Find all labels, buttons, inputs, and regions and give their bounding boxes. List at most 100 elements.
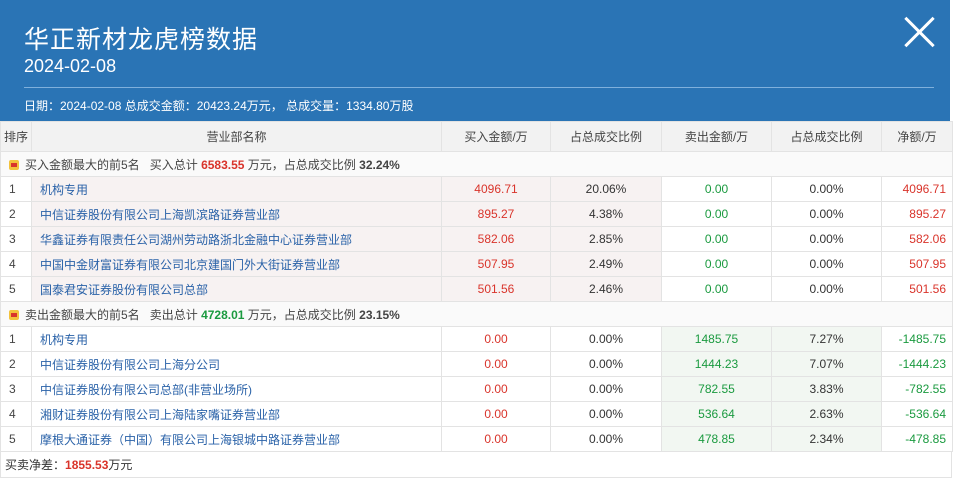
col-header-sell-amount[interactable]: 卖出金额/万 [661,121,772,152]
net-difference-footer: 买卖净差：1855.53万元 [0,452,952,478]
col-header-net[interactable]: 净额/万 [881,121,953,152]
buy-ratio: 0.00% [550,326,662,352]
net-amount: 507.95 [881,251,953,277]
branch-name-link[interactable]: 中信证券股份有限公司上海凯滨路证券营业部 [31,201,442,227]
net-amount: -782.55 [881,376,953,402]
buy-amount: 582.06 [441,226,551,252]
buy-ratio: 20.06% [550,176,662,202]
table-row[interactable]: 1 机构专用 4096.71 20.06% 0.00 0.00% 4096.71 [0,176,953,202]
sell-ratio: 2.63% [771,401,882,427]
sell-amount: 478.85 [661,426,772,452]
sell-amount: 0.00 [661,201,772,227]
table-row[interactable]: 5 国泰君安证券股份有限公司总部 501.56 2.46% 0.00 0.00% 501.5… [0,276,953,302]
sell-amount: 0.00 [661,226,772,252]
row-rank: 2 [0,351,32,377]
sell-ratio: 2.34% [771,426,882,452]
row-rank: 5 [0,426,32,452]
sell-ratio: 0.00% [771,176,882,202]
buy-ratio: 0.00% [550,351,662,377]
table-row[interactable]: 5 摩根大通证券（中国）有限公司上海银城中路证券营业部 0.00 0.00% 478.8… [0,426,953,452]
col-header-sell-ratio[interactable]: 占总成交比例 [771,121,882,152]
buy-total-value: 6583.55 [201,157,245,172]
sell-amount: 1485.75 [661,326,772,352]
row-rank: 1 [0,176,32,202]
sell-ratio: 0.00% [771,251,882,277]
buy-group-label: 买入金额最大的前5名 [25,157,140,172]
buy-ratio: 0.00% [550,426,662,452]
row-rank: 2 [0,201,32,227]
buy-amount: 0.00 [441,401,551,427]
branch-name-link[interactable]: 摩根大通证券（中国）有限公司上海银城中路证券营业部 [31,426,442,452]
buy-amount: 0.00 [441,426,551,452]
row-rank: 1 [0,326,32,352]
row-rank: 4 [0,401,32,427]
sell-amount: 0.00 [661,276,772,302]
header-summary: 日期：2024-02-08 总成交金额：20423.24万元， 总成交量：133… [24,99,414,113]
sell-unit-text: 万元，占总成交比例 [247,307,356,322]
buy-ratio: 2.49% [550,251,662,277]
net-amount: 582.06 [881,226,953,252]
sell-amount: 0.00 [661,176,772,202]
branch-name-link[interactable]: 国泰君安证券股份有限公司总部 [31,276,442,302]
branch-name-link[interactable]: 中国中金财富证券有限公司北京建国门外大街证券营业部 [31,251,442,277]
table-row[interactable]: 2 中信证券股份有限公司上海分公司 0.00 0.00% 1444.23 7.07% -14… [0,351,953,377]
sell-ratio: 23.15% [359,307,400,322]
net-amount: -536.64 [881,401,953,427]
close-icon[interactable] [902,14,936,48]
buy-group-row: 买入金额最大的前5名 买入总计 6583.55 万元，占总成交比例 32.24% [0,151,953,177]
net-amount: 4096.71 [881,176,953,202]
table-row[interactable]: 3 华鑫证券有限责任公司湖州劳动路浙北金融中心证券营业部 582.06 2.85% 0.… [0,226,953,252]
sell-amount: 782.55 [661,376,772,402]
buy-ratio: 4.38% [550,201,662,227]
branch-name-link[interactable]: 中信证券股份有限公司上海分公司 [31,351,442,377]
net-amount: -1444.23 [881,351,953,377]
buy-amount: 0.00 [441,326,551,352]
branch-name-link[interactable]: 湘财证券股份有限公司上海陆家嘴证券营业部 [31,401,442,427]
buy-unit-text: 万元，占总成交比例 [247,157,356,172]
sell-ratio: 0.00% [771,201,882,227]
table-row[interactable]: 4 湘财证券股份有限公司上海陆家嘴证券营业部 0.00 0.00% 536.64 2.63… [0,401,953,427]
table-row[interactable]: 3 中信证券股份有限公司总部(非营业场所) 0.00 0.00% 782.55 3.83%… [0,376,953,402]
buy-ratio: 2.46% [550,276,662,302]
col-header-branch[interactable]: 营业部名称 [31,121,442,152]
row-rank: 4 [0,251,32,277]
header-banner: 华正新材龙虎榜数据 2024-02-08 日期：2024-02-08 总成交金额… [0,0,950,121]
net-difference-value: 1855.53 [65,458,109,472]
net-amount: 895.27 [881,201,953,227]
sell-ratio: 3.83% [771,376,882,402]
buy-ratio: 0.00% [550,401,662,427]
sell-amount: 536.64 [661,401,772,427]
sell-ratio: 0.00% [771,226,882,252]
dragon-tiger-table: 排序 营业部名称 买入金额/万 占总成交比例 卖出金额/万 占总成交比例 净额/… [0,121,953,452]
sell-ratio: 0.00% [771,276,882,302]
col-header-buy-amount[interactable]: 买入金额/万 [441,121,551,152]
buy-amount: 895.27 [441,201,551,227]
col-header-rank[interactable]: 排序 [0,121,32,152]
sell-group-row: 卖出金额最大的前5名 卖出总计 4728.01 万元，占总成交比例 23.15% [0,301,953,327]
col-header-buy-ratio[interactable]: 占总成交比例 [550,121,662,152]
buy-amount: 0.00 [441,376,551,402]
sell-ratio: 7.27% [771,326,882,352]
branch-name-link[interactable]: 华鑫证券有限责任公司湖州劳动路浙北金融中心证券营业部 [31,226,442,252]
row-rank: 5 [0,276,32,302]
table-row[interactable]: 2 中信证券股份有限公司上海凯滨路证券营业部 895.27 4.38% 0.00 0.00… [0,201,953,227]
buy-amount: 501.56 [441,276,551,302]
page-title: 华正新材龙虎榜数据 [24,26,259,54]
branch-name-link[interactable]: 中信证券股份有限公司总部(非营业场所) [31,376,442,402]
row-rank: 3 [0,226,32,252]
net-difference-unit: 万元 [108,458,133,472]
sell-total-value: 4728.01 [201,307,245,322]
sell-group-label: 卖出金额最大的前5名 [25,307,140,322]
net-amount: -478.85 [881,426,953,452]
table-row[interactable]: 1 机构专用 0.00 0.00% 1485.75 7.27% -1485.75 [0,326,953,352]
buy-ratio: 2.85% [550,226,662,252]
header-date: 2024-02-08 [24,56,117,76]
sell-amount: 1444.23 [661,351,772,377]
branch-name-link[interactable]: 机构专用 [31,326,442,352]
buy-ratio: 32.24% [359,157,400,172]
row-rank: 3 [0,376,32,402]
table-row[interactable]: 4 中国中金财富证券有限公司北京建国门外大街证券营业部 507.95 2.49% 0.0… [0,251,953,277]
net-amount: 501.56 [881,276,953,302]
sell-ratio: 7.07% [771,351,882,377]
branch-name-link[interactable]: 机构专用 [31,176,442,202]
